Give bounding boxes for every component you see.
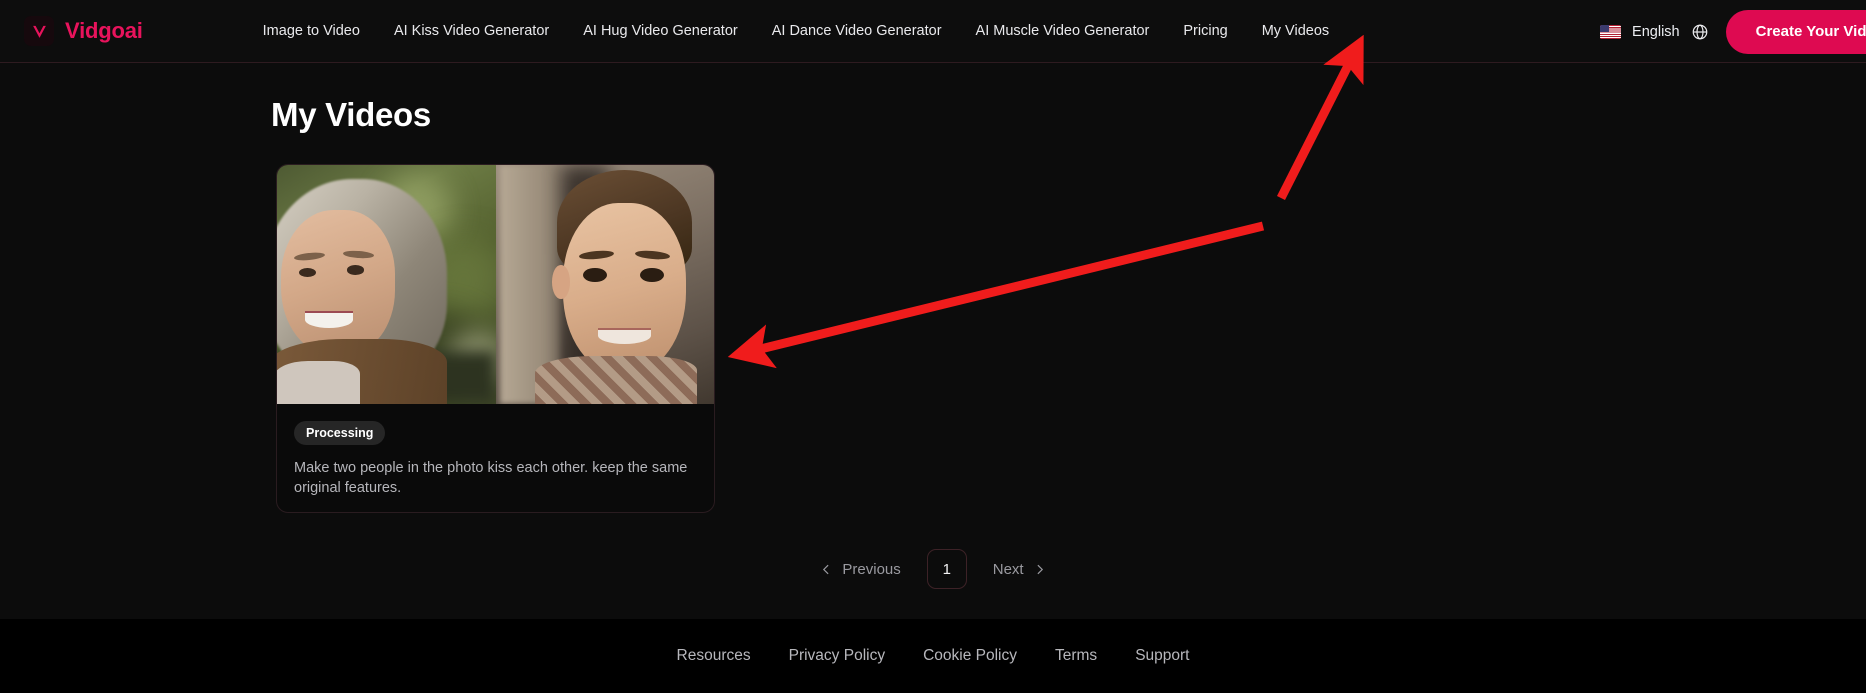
thumbnail-right-image — [495, 165, 714, 404]
next-page-button[interactable]: Next — [993, 561, 1046, 578]
chevron-right-icon — [1033, 563, 1046, 576]
nav-item-pricing[interactable]: Pricing — [1166, 23, 1244, 39]
nav-item-ai-muscle[interactable]: AI Muscle Video Generator — [959, 23, 1167, 39]
main-content: My Videos Processing Make two people in … — [0, 63, 1866, 619]
page-number-1[interactable]: 1 — [926, 549, 967, 589]
pagination: Previous 1 Next — [0, 549, 1866, 589]
main-navigation: Image to Video AI Kiss Video Generator A… — [246, 23, 1346, 39]
next-page-label: Next — [992, 560, 1024, 578]
language-label: English — [1632, 23, 1680, 40]
chevron-left-icon — [820, 563, 833, 576]
nav-item-image-to-video[interactable]: Image to Video — [246, 23, 377, 39]
footer-link-support[interactable]: Support — [1116, 647, 1208, 665]
nav-item-my-videos[interactable]: My Videos — [1245, 23, 1346, 39]
footer-link-cookie-policy[interactable]: Cookie Policy — [904, 647, 1036, 665]
nav-item-ai-kiss[interactable]: AI Kiss Video Generator — [377, 23, 566, 39]
site-footer: Resources Privacy Policy Cookie Policy T… — [0, 619, 1866, 693]
footer-link-terms[interactable]: Terms — [1036, 647, 1116, 665]
footer-link-privacy-policy[interactable]: Privacy Policy — [770, 647, 904, 665]
header-right-group: English Create Your Video — [1600, 0, 1866, 63]
brand-name: Vidgoai — [65, 18, 143, 43]
video-card[interactable]: Processing Make two people in the photo … — [276, 164, 715, 513]
previous-page-label: Previous — [842, 560, 901, 578]
nav-item-ai-hug[interactable]: AI Hug Video Generator — [566, 23, 755, 39]
brand-logo[interactable]: Vidgoai — [24, 16, 143, 46]
site-header: Vidgoai Image to Video AI Kiss Video Gen… — [0, 0, 1866, 63]
globe-icon[interactable] — [1691, 23, 1709, 41]
nav-item-ai-dance[interactable]: AI Dance Video Generator — [755, 23, 959, 39]
page-title: My Videos — [271, 96, 431, 133]
us-flag-icon — [1600, 24, 1622, 39]
app-root: Vidgoai Image to Video AI Kiss Video Gen… — [0, 0, 1866, 693]
v-logo-icon — [24, 16, 54, 46]
video-card-body: Processing Make two people in the photo … — [277, 404, 714, 498]
previous-page-button[interactable]: Previous — [820, 560, 901, 578]
footer-link-resources[interactable]: Resources — [658, 647, 770, 665]
status-badge: Processing — [294, 421, 386, 445]
create-your-video-button[interactable]: Create Your Video — [1725, 9, 1866, 54]
video-thumbnail[interactable] — [277, 165, 714, 404]
thumbnail-left-image — [277, 165, 496, 404]
language-selector[interactable]: English — [1600, 23, 1709, 41]
video-description: Make two people in the photo kiss each o… — [294, 460, 688, 496]
